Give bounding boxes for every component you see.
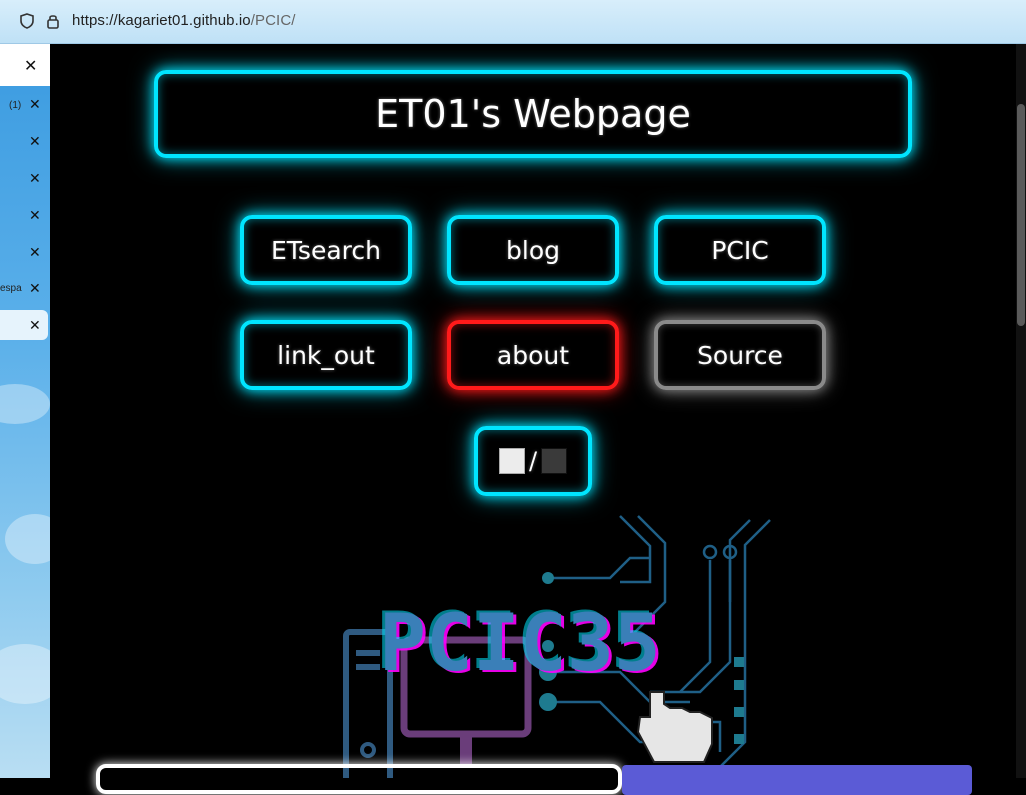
url-host: https://kagariet01.github.io (72, 12, 251, 29)
url-text[interactable]: https://kagariet01.github.io/PCIC/ (72, 12, 296, 29)
tab-close-icon[interactable]: ✕ (29, 281, 41, 297)
browser-url-bar[interactable]: https://kagariet01.github.io/PCIC/ (0, 0, 1026, 44)
dark-mode-icon (541, 448, 568, 474)
vertical-tab-strip: ✕ (1) ✕ ✕ ✕ ✕ ✕ espa ✕ ✕ (0, 44, 50, 778)
banner-text: PCIC35 (379, 599, 661, 689)
page-content: ET01's Webpage ETsearch blog PCIC link_o… (50, 44, 1016, 795)
active-tab[interactable] (0, 310, 48, 340)
pcic35-banner-image: PCIC35 PCIC35 PCIC35 (343, 515, 771, 778)
shield-icon[interactable] (18, 12, 36, 30)
nav-button-blog[interactable]: blog (447, 215, 619, 285)
tab-close-icon[interactable]: ✕ (29, 134, 41, 150)
scrollbar[interactable] (1016, 44, 1026, 778)
nav-button-about[interactable]: about (447, 320, 619, 390)
tab-close-icon[interactable]: ✕ (29, 208, 41, 224)
light-mode-icon (498, 448, 525, 474)
bottom-action-button[interactable] (622, 765, 972, 795)
nav-button-pcic[interactable]: PCIC (654, 215, 826, 285)
nav-button-source[interactable]: Source (654, 320, 826, 390)
tab-close-icon[interactable]: ✕ (29, 245, 41, 261)
tab-label: espa (0, 283, 22, 294)
tab-label: (1) (9, 100, 22, 111)
tab-close-icon[interactable]: ✕ (29, 171, 41, 187)
nav-button-link-out[interactable]: link_out (240, 320, 412, 390)
scrollbar-thumb[interactable] (1017, 104, 1025, 326)
tab-close-icon[interactable]: ✕ (29, 97, 41, 113)
url-path: /PCIC/ (250, 12, 296, 29)
lock-icon[interactable] (44, 12, 62, 30)
close-icon[interactable]: ✕ (24, 58, 37, 74)
nav-button-etsearch[interactable]: ETsearch (240, 215, 412, 285)
theme-toggle-separator: / (528, 447, 538, 475)
tab-close-icon[interactable]: ✕ (29, 318, 41, 334)
theme-toggle-button[interactable]: / (474, 426, 592, 496)
bottom-input-field[interactable] (96, 764, 622, 794)
page-title: ET01's Webpage (154, 70, 912, 158)
